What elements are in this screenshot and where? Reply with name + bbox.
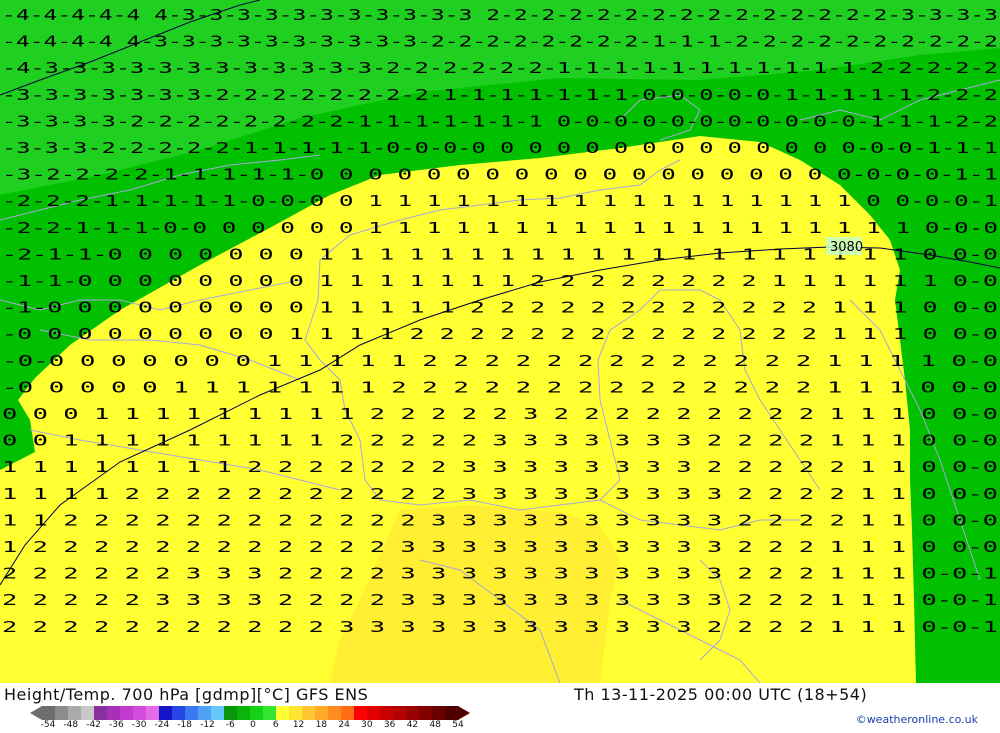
scale-tick-label: 6 (272, 720, 279, 730)
temperature-row: -3-2-2-2-2-1-1-1-1-1-0 0 0 0 0 0 0 0 0 0… (2, 166, 998, 184)
scale-tick-label: -18 (177, 720, 193, 730)
scale-cell (315, 706, 329, 720)
scale-cell (445, 706, 459, 720)
scale-cell (302, 706, 316, 720)
scale-cell (354, 706, 368, 720)
weather-map: -4-4-4-4-4 4-3-3-3-3-3-3-3-3-3-3-3 2-2-2… (0, 0, 1000, 683)
credit-link[interactable]: ©weatheronline.co.uk (856, 713, 978, 726)
temperature-row: 0 0 1 1 1 1 1 1 1 1 1 2 2 2 2 2 3 3 3 3 … (2, 432, 998, 450)
scale-tick-label: -6 (225, 720, 235, 730)
scale-tick-label: -48 (63, 720, 79, 730)
scale-tick-label: 36 (383, 720, 396, 730)
scale-cell (146, 706, 160, 720)
scale-cell (211, 706, 225, 720)
scale-tick-label: 0 (250, 720, 256, 730)
scale-tick-label: 42 (406, 720, 419, 730)
scale-tick-label: -24 (154, 720, 170, 730)
scale-cell (94, 706, 108, 720)
scale-cell (328, 706, 342, 720)
color-scale-ticks: -54 -48 -42 -36 -30 -24 -18 -12 -6 0 6 12 18 24 30 36 42… (30, 720, 470, 732)
scale-cell (81, 706, 95, 720)
temperature-row: 1 1 2 2 2 2 2 2 2 2 2 2 2 2 3 3 3 3 3 3 … (2, 511, 998, 529)
scale-cell (380, 706, 394, 720)
scale-arrow-right (458, 706, 470, 720)
temperature-row: -0 0 0 0 0 1 1 1 1 1 1 1 2 2 2 2 2 2 2 2… (2, 378, 998, 396)
scale-tick-label: -12 (200, 720, 215, 730)
scale-cell (367, 706, 381, 720)
temperature-row: -4-3-3-3-3-3-3-3-3-3-3-3-3-2-2-2-2-2-2-1… (2, 59, 998, 77)
temperature-row: -0 0 0 0 0 0 0 0 0 1 1 1 1 2 2 2 2 2 2 2… (2, 325, 998, 343)
temperature-row: 1 1 1 1 2 2 2 2 2 2 2 2 2 2 2 3 3 3 3 3 … (2, 485, 998, 503)
scale-cell (289, 706, 303, 720)
contour-label-text: 3080 (830, 240, 863, 255)
temperature-row: -1-0 0 0 0 0 0 0 0 0 1 1 1 1 1 2 2 2 2 2… (2, 299, 998, 317)
scale-cell (250, 706, 264, 720)
contour-label: 3080 (826, 237, 863, 255)
scale-cell (198, 706, 212, 720)
temperature-row: -2-2-2-1-1-1-1-1-0-0-0 0 1 1 1 1 1 1 1 1… (2, 192, 998, 210)
scale-tick-label: 12 (292, 720, 305, 730)
temperature-row: -4-4-4-4-4 4-3-3-3-3-3-3-3-3-3-3-3 2-2-2… (2, 6, 998, 24)
scale-tick-label: 18 (315, 720, 328, 730)
scale-tick-label: -30 (131, 720, 147, 730)
scale-cell (432, 706, 446, 720)
temperature-row: 2 2 2 2 2 2 2 2 2 2 2 3 3 3 3 3 3 3 3 3 … (2, 618, 998, 636)
scale-tick-label: -42 (86, 720, 101, 730)
scale-cell (406, 706, 420, 720)
temperature-row: 0 0 0 1 1 1 1 1 1 1 1 1 2 2 2 2 2 3 2 2 … (2, 405, 998, 423)
scale-tick-label: 24 (338, 720, 350, 730)
scale-tick-label: 54 (452, 720, 464, 730)
forecast-datetime: Th 13-11-2025 00:00 UTC (18+54) (574, 685, 868, 704)
scale-cell (185, 706, 199, 720)
scale-tick-label: -36 (108, 720, 124, 730)
scale-cell (159, 706, 173, 720)
scale-cell (133, 706, 147, 720)
scale-cell (224, 706, 238, 720)
scale-cell (263, 706, 277, 720)
scale-cell (341, 706, 355, 720)
temperature-row: -3-3-3-3-2-2-2-2-2-2-2-2-1-1-1-1-1-1-1 0… (2, 112, 998, 130)
temperature-row: 1 2 2 2 2 2 2 2 2 2 2 2 2 3 3 3 3 3 3 3 … (2, 538, 998, 556)
temperature-row: -4-4-4-4 4-3-3-3-3-3-3-3-3-3-3-2-2-2-2-2… (2, 33, 998, 51)
temperature-row: 1 1 1 1 1 1 1 1 2 2 2 2 2 2 2 3 3 3 3 3 … (2, 458, 998, 476)
scale-cell (68, 706, 82, 720)
scale-tick-label: 48 (429, 720, 441, 730)
temperature-row: -3-3-3-2-2-2-2-2-1-1-1-1-1-0-0-0-0 0 0 0… (2, 139, 998, 157)
temperature-row: -2-2-1-1-1-0-0 0 0 0 0 0 1 1 1 1 1 1 1 1… (2, 219, 998, 237)
scale-cell (172, 706, 186, 720)
temperature-row: -1-1-0 0 0 0 0 0 0 0 1 1 1 1 1 1 1 2 2 2… (2, 272, 998, 290)
scale-arrow-left (30, 706, 42, 720)
scale-tick-label: -54 (40, 720, 56, 730)
map-footer: Height/Temp. 700 hPa [gdmp][°C] GFS ENS … (0, 683, 1000, 733)
scale-cell (120, 706, 134, 720)
temperature-row: 2 2 2 2 2 3 3 3 3 2 2 2 2 3 3 3 3 3 3 3 … (2, 591, 998, 609)
scale-cell (107, 706, 121, 720)
scale-cell (237, 706, 251, 720)
temperature-row: -3-3-3-3-3-3-3-2-2-2-2-2-2-2-2-1-1-1-1-1… (2, 86, 998, 104)
temperature-row: -0-0 0 0 0 0 0 0 1 1 1 1 1 2 2 2 2 2 2 2… (2, 352, 998, 370)
scale-cell (419, 706, 433, 720)
scale-cell (276, 706, 290, 720)
scale-cell (55, 706, 69, 720)
map-title: Height/Temp. 700 hPa [gdmp][°C] GFS ENS (4, 685, 369, 704)
scale-cell (393, 706, 407, 720)
color-scale-bar (30, 706, 470, 720)
scale-cell (42, 706, 56, 720)
temperature-row: 2 2 2 2 2 2 3 3 3 2 2 2 2 3 3 3 3 3 3 3 … (2, 565, 998, 583)
scale-tick-label: 30 (361, 720, 373, 730)
